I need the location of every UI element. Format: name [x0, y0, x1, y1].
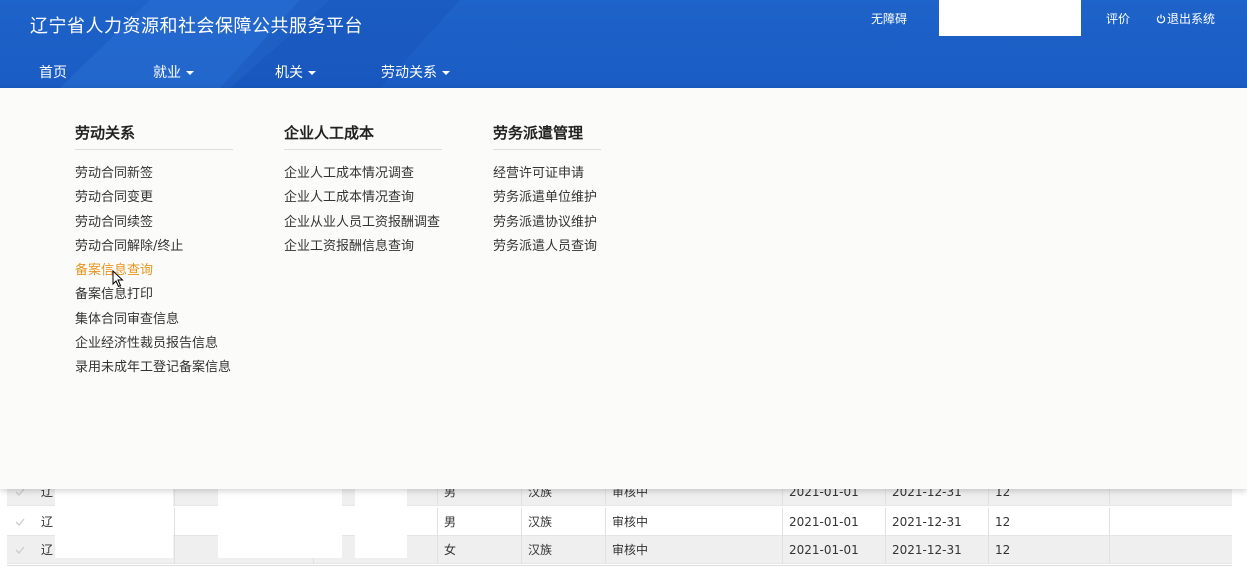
check-icon[interactable] [15, 517, 25, 527]
menu-item-contract-renew[interactable]: 劳动合同续签 [75, 213, 233, 237]
menu-item-dispatch-staff[interactable]: 劳务派遣人员查询 [493, 237, 601, 261]
redacted-block [355, 486, 407, 558]
menu-item-filing-print[interactable]: 备案信息打印 [75, 285, 233, 309]
rate-link[interactable]: 评价 [1106, 10, 1130, 27]
nav-employment-label: 就业 [153, 65, 181, 81]
check-icon[interactable] [15, 545, 25, 555]
menu-item-contract-new[interactable]: 劳动合同新签 [75, 164, 233, 188]
menu-item-filing-query[interactable]: 备案信息查询 [75, 261, 233, 285]
menu-column-labor-relations: 劳动关系 劳动合同新签 劳动合同变更 劳动合同续签 劳动合同解除/终止 备案信息… [75, 122, 233, 383]
labor-relations-dropdown: 劳动关系 劳动合同新签 劳动合同变更 劳动合同续签 劳动合同解除/终止 备案信息… [0, 88, 1247, 489]
cell-end-date: 2021-12-31 [886, 508, 989, 536]
mouse-pointer-icon [112, 270, 124, 288]
menu-item-wage-query[interactable]: 企业工资报酬信息查询 [284, 237, 442, 261]
cell-status: 审核中 [606, 536, 783, 564]
menu-item-cost-query[interactable]: 企业人工成本情况查询 [284, 188, 442, 212]
accessibility-link[interactable]: 无障碍 [871, 10, 907, 27]
logout-label: 退出系统 [1167, 12, 1216, 26]
menu-item-cost-survey[interactable]: 企业人工成本情况调查 [284, 164, 442, 188]
table-row[interactable]: 辽 女 汉族 审核中 2021-01-01 2021-12-31 12 [7, 536, 1232, 564]
menu-item-wage-survey[interactable]: 企业从业人员工资报酬调查 [284, 213, 442, 237]
menu-item-license-apply[interactable]: 经营许可证申请 [493, 164, 601, 188]
menu-item-collective-contract[interactable]: 集体合同审查信息 [75, 310, 233, 334]
cell-status: 审核中 [606, 508, 783, 536]
menu-item-layoff-report[interactable]: 企业经济性裁员报告信息 [75, 334, 233, 358]
cell-gender: 女 [438, 536, 522, 564]
redacted-block [218, 486, 342, 558]
table-row[interactable]: 辽 男 汉族 审核中 2021-01-01 2021-12-31 12 [7, 508, 1232, 536]
menu-item-dispatch-unit[interactable]: 劳务派遣单位维护 [493, 188, 601, 212]
menu-item-dispatch-agreement[interactable]: 劳务派遣协议维护 [493, 213, 601, 237]
menu-column-labor-cost: 企业人工成本 企业人工成本情况调查 企业人工成本情况查询 企业从业人员工资报酬调… [284, 122, 442, 261]
nav-labor-relations-label: 劳动关系 [381, 65, 437, 81]
menu-item-contract-terminate[interactable]: 劳动合同解除/终止 [75, 237, 233, 261]
cell-start-date: 2021-01-01 [783, 508, 886, 536]
records-table: 辽 男 汉族 审核中 2021-01-01 2021-12-31 12 辽 男 … [7, 478, 1232, 586]
header-search-input[interactable] [939, 0, 1081, 36]
cell-months: 12 [989, 536, 1110, 564]
main-nav: 首页 就业 机关 劳动关系 [0, 56, 1247, 88]
menu-item-minor-worker-filing[interactable]: 录用未成年工登记备案信息 [75, 358, 233, 382]
power-icon [1156, 14, 1166, 24]
cell-ethnicity: 汉族 [522, 536, 606, 564]
nav-labor-relations[interactable]: 劳动关系 [381, 62, 450, 82]
cell-ethnicity: 汉族 [522, 508, 606, 536]
menu-item-contract-change[interactable]: 劳动合同变更 [75, 188, 233, 212]
menu-column-labor-dispatch: 劳务派遣管理 经营许可证申请 劳务派遣单位维护 劳务派遣协议维护 劳务派遣人员查… [493, 122, 601, 261]
redacted-block [55, 486, 173, 558]
cell-end-date: 2021-12-31 [886, 536, 989, 564]
cell-months: 12 [989, 508, 1110, 536]
menu-column-title: 企业人工成本 [284, 122, 442, 150]
site-header: 辽宁省人力资源和社会保障公共服务平台 无障碍 评价 退出系统 首页 就业 机关 … [0, 0, 1247, 88]
caret-down-icon [442, 71, 450, 75]
nav-employment[interactable]: 就业 [153, 62, 194, 82]
logout-link[interactable]: 退出系统 [1156, 10, 1215, 27]
nav-home[interactable]: 首页 [39, 62, 67, 82]
menu-column-title: 劳动关系 [75, 122, 233, 150]
cell-gender: 男 [438, 508, 522, 536]
nav-agency-label: 机关 [275, 65, 303, 81]
caret-down-icon [186, 71, 194, 75]
table-bottom-border [7, 565, 1232, 566]
menu-column-title: 劳务派遣管理 [493, 122, 601, 150]
cell-start-date: 2021-01-01 [783, 536, 886, 564]
nav-home-label: 首页 [39, 65, 67, 81]
nav-agency[interactable]: 机关 [275, 62, 316, 82]
site-title: 辽宁省人力资源和社会保障公共服务平台 [30, 16, 363, 37]
caret-down-icon [308, 71, 316, 75]
